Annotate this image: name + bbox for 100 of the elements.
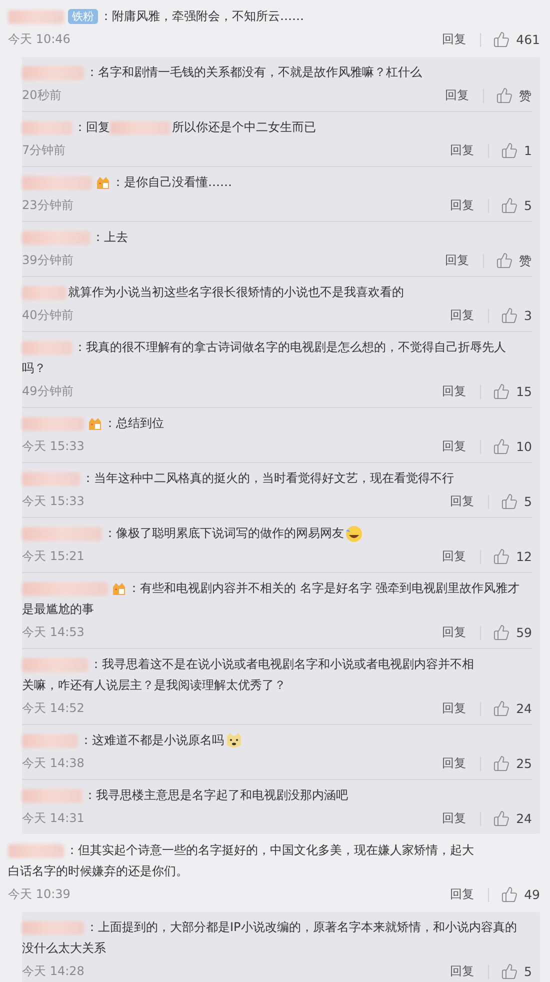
- comment-text: ：我寻思楼主意思是名字起了和电视剧没那内涵吧: [84, 787, 348, 804]
- comment-time: 今天 15:33: [22, 438, 84, 455]
- comment-text: ：像极了聪明累底下说词写的做作的网易网友: [104, 525, 344, 542]
- like-button[interactable]: 59: [493, 623, 532, 642]
- comment-time: 20秒前: [22, 87, 62, 104]
- redacted-name: [22, 658, 88, 672]
- reply-link[interactable]: 回复: [442, 547, 466, 566]
- thumbs-up-icon: [493, 755, 510, 772]
- reply-link[interactable]: 回复: [442, 754, 466, 773]
- comment-text: ：我真的很不理解有的拿古诗词做名字的电视剧是怎么想的，不觉得自己折辱先人: [74, 339, 506, 356]
- thumbs-up-icon: [501, 142, 518, 159]
- thumbs-up-icon: [501, 493, 518, 510]
- thumbs-up-icon: [501, 197, 518, 214]
- comment-text: ：是你自己没看懂……: [112, 174, 232, 191]
- comment-text: ：总结到位: [104, 415, 164, 432]
- reply-link[interactable]: 回复: [442, 699, 466, 718]
- reply-link[interactable]: 回复: [445, 86, 469, 105]
- comment-time: 今天 14:38: [22, 755, 84, 772]
- redacted-name: [22, 66, 84, 80]
- redacted-name: [8, 844, 64, 858]
- thumbs-up-icon: [493, 548, 510, 565]
- comment-text: 所以你还是个中二女生而已: [172, 119, 316, 136]
- comment-text: 是最尴尬的事: [22, 601, 94, 618]
- reply-link[interactable]: 回复: [442, 382, 466, 401]
- reply-link[interactable]: 回复: [450, 492, 474, 511]
- reply-link[interactable]: 回复: [442, 623, 466, 642]
- comment-time: 今天 15:33: [22, 493, 84, 510]
- redacted-name: [22, 230, 90, 244]
- like-button[interactable]: 5: [501, 196, 532, 215]
- comment-time: 49分钟前: [22, 383, 74, 400]
- comment-time: 今天 14:31: [22, 810, 84, 827]
- thumbs-up-icon: [493, 624, 510, 641]
- comment-time: 今天 14:52: [22, 700, 84, 717]
- like-button[interactable]: 24: [493, 809, 532, 828]
- comment-time: 今天 10:39: [8, 886, 70, 903]
- comment-text: 白话名字的时候嫌弃的还是你们。: [8, 863, 188, 880]
- comment-time: 40分钟前: [22, 307, 74, 324]
- comment-time: 7分钟前: [22, 142, 66, 159]
- comment-time: 今天 15:21: [22, 548, 84, 565]
- like-button[interactable]: 10: [493, 437, 532, 456]
- comment-time: 今天 10:46: [8, 31, 70, 48]
- thumbs-up-icon: [496, 87, 513, 104]
- thumbs-up-icon: [493, 810, 510, 827]
- comment-text: 关嘛，咋还有人说层主？是我阅读理解太优秀了？: [22, 677, 286, 694]
- thumbs-up-icon: [493, 31, 510, 48]
- comment-time: 今天 14:28: [22, 963, 84, 980]
- reply-link[interactable]: 回复: [450, 306, 474, 325]
- redacted-name: [22, 920, 84, 934]
- comment-text: ：回复: [74, 119, 110, 136]
- reply-link[interactable]: 回复: [442, 809, 466, 828]
- like-button[interactable]: 461: [493, 30, 540, 49]
- fan-badge: 铁粉: [68, 9, 98, 24]
- comment-text: ：上去: [92, 229, 128, 246]
- thumbs-up-icon: [493, 383, 510, 400]
- comment-text: ：这难道不都是小说原名吗: [80, 732, 224, 749]
- thumbs-up-icon: [493, 438, 510, 455]
- comment-text: ：名字和剧情一毛钱的关系都没有，不就是故作风雅嘛？杠什么: [86, 64, 422, 81]
- redacted-name: [22, 788, 82, 802]
- reply-link[interactable]: 回复: [450, 885, 474, 904]
- redacted-name: [22, 286, 66, 300]
- redacted-name: [22, 416, 84, 430]
- like-button[interactable]: 24: [493, 699, 532, 718]
- like-button[interactable]: 12: [493, 547, 532, 566]
- redacted-name: [22, 176, 92, 190]
- comment-text: 吗？: [22, 360, 46, 377]
- like-button[interactable]: 25: [493, 754, 532, 773]
- reply-link[interactable]: 回复: [450, 141, 474, 160]
- redacted-name: [22, 120, 72, 134]
- like-button[interactable]: 15: [493, 382, 532, 401]
- thumbs-up-icon: [501, 963, 518, 980]
- redacted-name: [110, 120, 170, 134]
- like-button[interactable]: 赞: [496, 251, 532, 270]
- comment-time: 39分钟前: [22, 252, 74, 269]
- reply-link[interactable]: 回复: [442, 30, 466, 49]
- redacted-name: [22, 472, 80, 486]
- thumbs-up-icon: [501, 307, 518, 324]
- comment-text: ：附庸风雅，牵强附会，不知所云……: [100, 8, 304, 25]
- comment-text: 没什么太大关系: [22, 940, 106, 957]
- reply-link[interactable]: 回复: [442, 437, 466, 456]
- like-button[interactable]: 5: [501, 962, 532, 981]
- comment-text: ：有些和电视剧内容并不相关的 名字是好名字 强牵到电视剧里故作风雅才: [128, 580, 520, 597]
- thumbs-up-icon: [493, 700, 510, 717]
- comment-text: 就算作为小说当初这些名字很长很矫情的小说也不是我喜欢看的: [68, 284, 404, 301]
- comment-text: ：上面提到的，大部分都是IP小说改编的，原著名字本来就矫情，和小说内容真的: [86, 919, 517, 936]
- like-button[interactable]: 5: [501, 492, 532, 511]
- like-button[interactable]: 3: [501, 306, 532, 325]
- reply-link[interactable]: 回复: [445, 251, 469, 270]
- like-button[interactable]: 1: [501, 141, 532, 160]
- thumbs-up-icon: [501, 886, 518, 903]
- redacted-name: [8, 10, 64, 24]
- comment-text: ：当年这种中二风格真的挺火的，当时看觉得好文艺，现在看觉得不行: [82, 470, 454, 487]
- redacted-name: [22, 734, 78, 748]
- reply-link[interactable]: 回复: [450, 196, 474, 215]
- like-button[interactable]: 49: [501, 885, 540, 904]
- like-button[interactable]: 赞: [496, 86, 532, 105]
- comment-text: ：但其实起个诗意一些的名字挺好的，中国文化多美，现在嫌人家矫情，起大: [66, 842, 474, 859]
- reply-link[interactable]: 回复: [450, 962, 474, 981]
- comment-text: ：我寻思着这不是在说小说或者电视剧名字和小说或者电视剧内容并不相: [90, 656, 474, 673]
- thumbs-up-icon: [496, 252, 513, 269]
- comment-time: 23分钟前: [22, 197, 74, 214]
